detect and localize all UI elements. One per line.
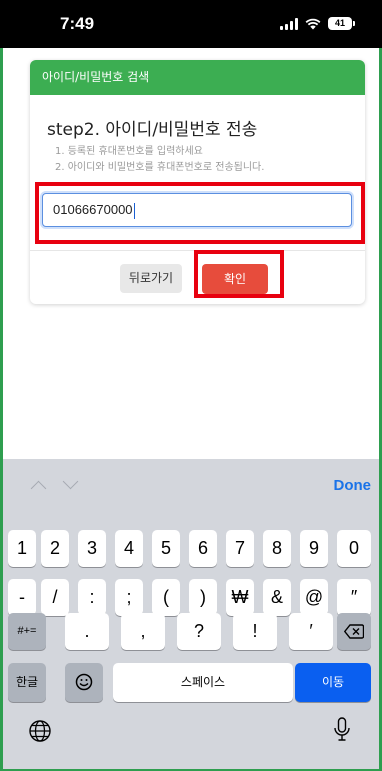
key[interactable]: 5	[152, 530, 180, 567]
key[interactable]: &	[263, 579, 291, 616]
web-content: 아이디/비밀번호 검색 step2. 아이디/비밀번호 전송 1. 등록된 휴대…	[3, 48, 379, 455]
key[interactable]: 2	[41, 530, 69, 567]
next-field-icon[interactable]	[62, 473, 79, 490]
done-button[interactable]: Done	[334, 477, 372, 494]
key[interactable]: 6	[189, 530, 217, 567]
status-bar: 7:49 41	[0, 0, 382, 48]
confirm-highlight-box	[194, 250, 284, 298]
back-button[interactable]: 뒤로가기	[120, 264, 182, 293]
key[interactable]: :	[78, 579, 106, 616]
key[interactable]: 1	[8, 530, 36, 567]
key[interactable]: ?	[177, 613, 221, 650]
signal-icon	[280, 17, 298, 30]
wifi-icon	[305, 18, 321, 29]
previous-field-icon[interactable]	[30, 480, 47, 497]
space-key[interactable]: 스페이스	[113, 663, 293, 702]
key[interactable]: ′	[289, 613, 333, 650]
key[interactable]: 7	[226, 530, 254, 567]
key[interactable]: .	[65, 613, 109, 650]
key[interactable]: !	[233, 613, 277, 650]
key[interactable]: 4	[115, 530, 143, 567]
keyboard: 1 2 3 4 5 6 7 8 9 0 - / : ; ( ) ₩ & @ ″ …	[3, 517, 379, 769]
key[interactable]: ,	[121, 613, 165, 650]
backspace-icon	[343, 624, 365, 639]
key[interactable]: -	[8, 579, 36, 616]
status-icons: 41	[280, 17, 355, 30]
return-key[interactable]: 이동	[295, 663, 371, 702]
instruction-list: 1. 등록된 휴대폰번호를 입력하세요 2. 아이디와 비밀번호를 휴대폰번호로…	[55, 144, 264, 176]
key[interactable]: 9	[300, 530, 328, 567]
key[interactable]: ₩	[226, 579, 254, 616]
key[interactable]: 3	[78, 530, 106, 567]
key[interactable]: 0	[337, 530, 371, 567]
key[interactable]: /	[41, 579, 69, 616]
microphone-icon[interactable]	[333, 717, 351, 743]
battery-icon: 41	[328, 17, 355, 30]
globe-icon[interactable]	[28, 719, 52, 743]
status-time: 7:49	[60, 14, 95, 33]
input-highlight-box	[35, 182, 365, 244]
keyboard-accessory-bar: Done	[3, 459, 379, 517]
key[interactable]: (	[152, 579, 180, 616]
key[interactable]: )	[189, 579, 217, 616]
backspace-key[interactable]	[337, 613, 371, 650]
key[interactable]: @	[300, 579, 328, 616]
card-header: 아이디/비밀번호 검색	[30, 60, 365, 95]
key[interactable]: ;	[115, 579, 143, 616]
instruction-item: 2. 아이디와 비밀번호를 휴대폰번호로 전송됩니다.	[55, 162, 265, 173]
symbols-toggle-key[interactable]: #+=	[8, 613, 46, 650]
emoji-icon	[75, 673, 93, 691]
key[interactable]: ″	[337, 579, 371, 616]
instruction-item: 1. 등록된 휴대폰번호를 입력하세요	[55, 146, 203, 157]
step-title: step2. 아이디/비밀번호 전송	[47, 120, 258, 140]
key[interactable]: 8	[263, 530, 291, 567]
emoji-key[interactable]	[65, 663, 103, 702]
korean-keyboard-key[interactable]: 한글	[8, 663, 46, 702]
